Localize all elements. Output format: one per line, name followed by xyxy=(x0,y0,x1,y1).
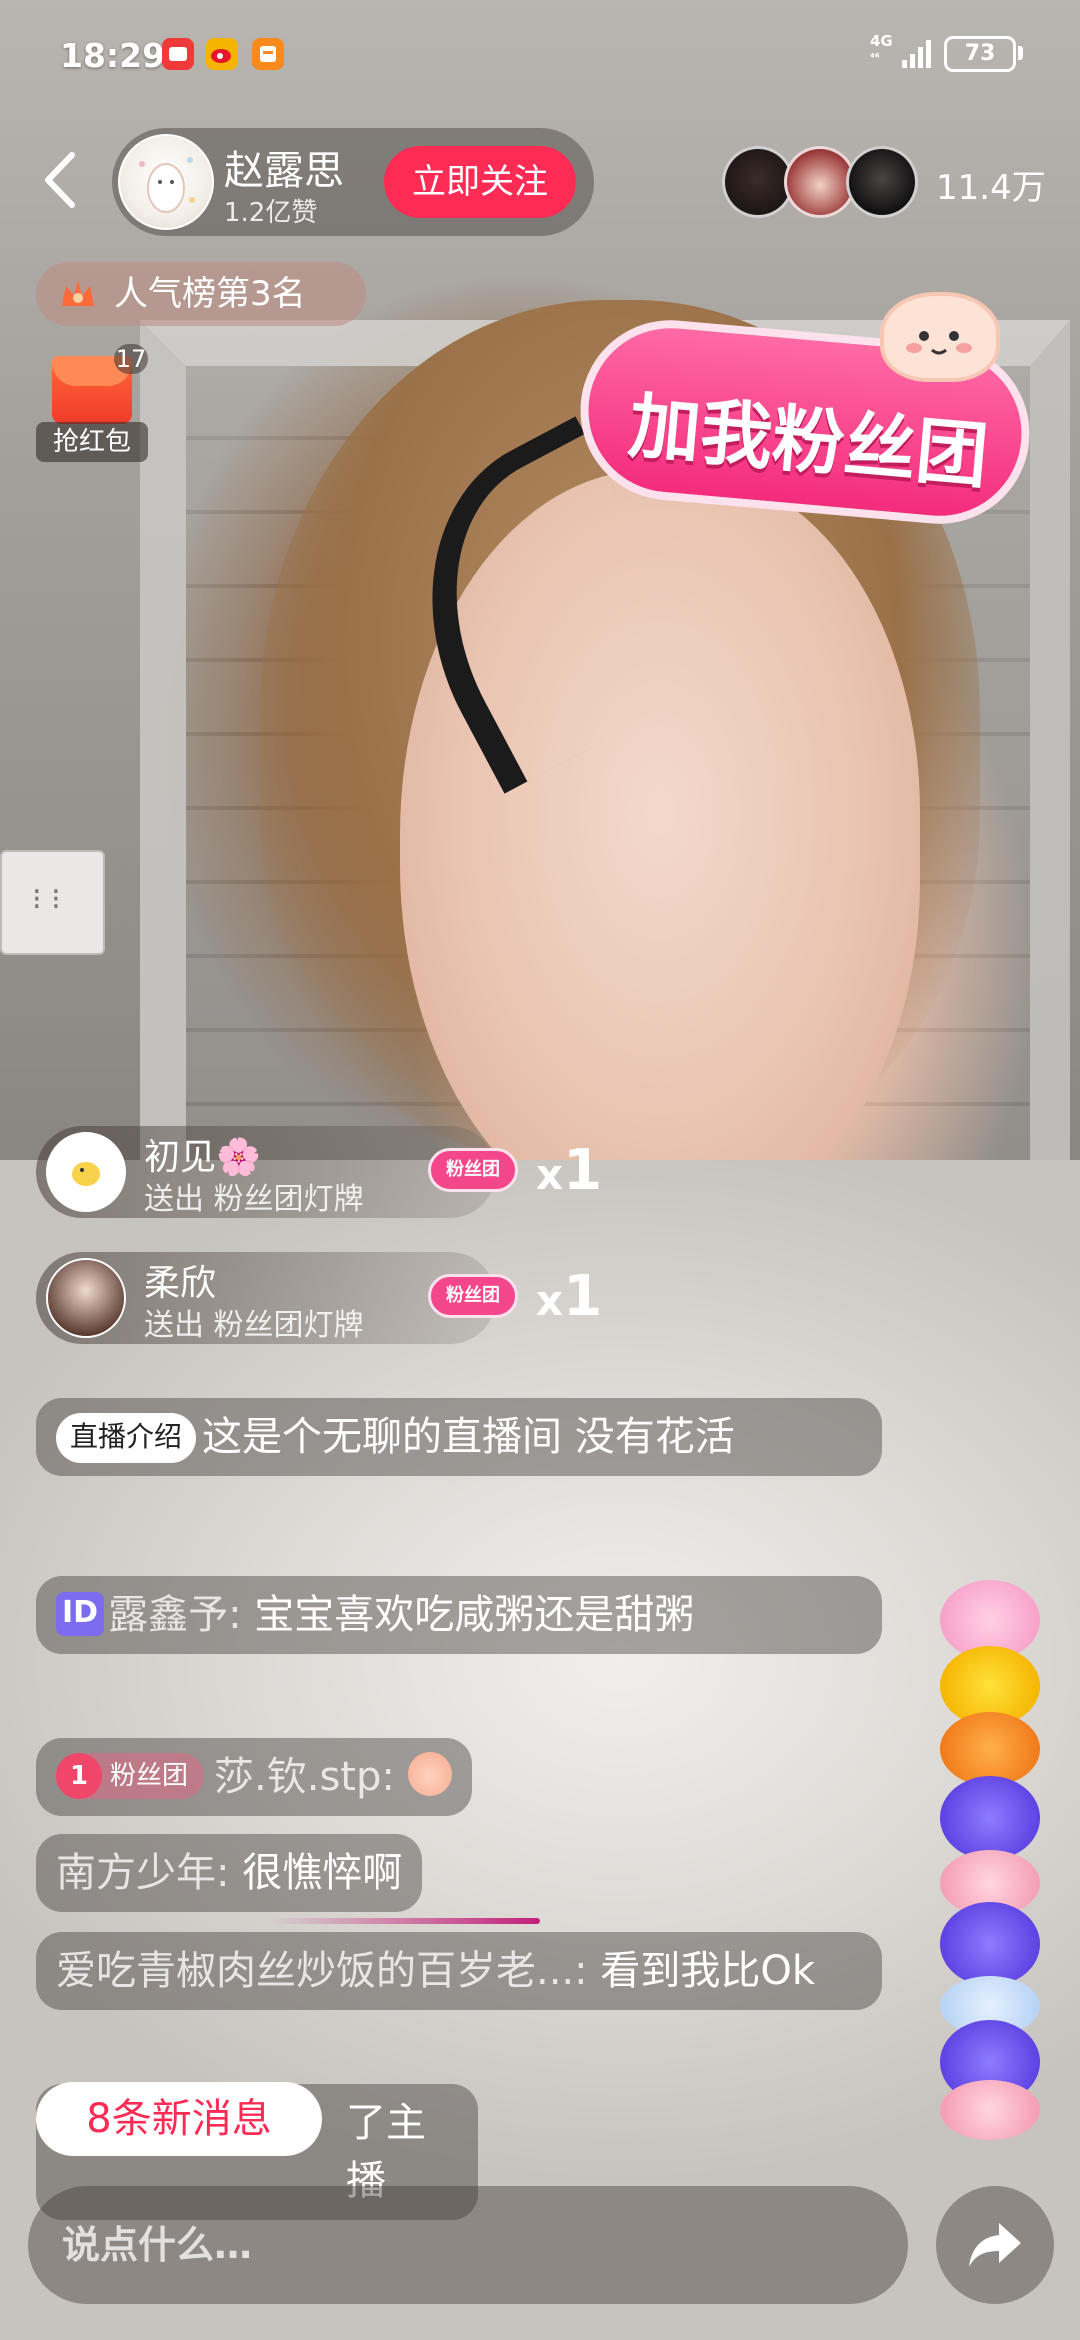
host-likes: 1.2亿赞 xyxy=(224,198,318,228)
chat-text: 宝宝喜欢吃咸粥还是甜粥 xyxy=(254,1592,695,1638)
gift-user-avatar[interactable] xyxy=(46,1258,126,1338)
live-stream-view: ⁝ ⁝ 18:29 4G ⁴⁶ 73 赵露思 1.2亿赞 立即关注 11.4万 … xyxy=(0,0,1080,2340)
fan-lightboard-gift-icon: 粉丝团 xyxy=(428,1148,518,1192)
gift-multiplier: x1 xyxy=(536,1264,603,1329)
share-arrow-icon xyxy=(969,2223,1021,2267)
chat-message[interactable]: ID 露鑫予: 宝宝喜欢吃咸粥还是甜粥 xyxy=(36,1576,882,1654)
orange-app-icon xyxy=(252,38,284,70)
join-fan-club-sticker[interactable]: 加我粉丝团 xyxy=(573,292,1040,532)
fan-club-badge: 1 粉丝团 xyxy=(56,1753,205,1799)
gift-action: 送出 粉丝团灯牌 xyxy=(144,1308,364,1343)
back-button[interactable] xyxy=(36,145,86,215)
follow-button[interactable]: 立即关注 xyxy=(384,146,576,218)
fan-lightboard-gift-icon: 粉丝团 xyxy=(428,1274,518,1318)
chat-username[interactable]: 南方少年: xyxy=(56,1850,229,1896)
red-packet-button[interactable]: 17 抢红包 xyxy=(36,344,148,462)
share-button[interactable] xyxy=(936,2186,1054,2304)
gift-banner[interactable]: 初见🌸 送出 粉丝团灯牌 粉丝团 x1 xyxy=(36,1122,616,1222)
gift-user-name: 初见🌸 xyxy=(144,1137,261,1178)
viewer-count[interactable]: 11.4万 xyxy=(936,160,1046,209)
wall-outlet: ⁝ ⁝ xyxy=(0,850,105,955)
comment-input[interactable]: 说点什么… xyxy=(28,2186,908,2304)
rank-label: 人气榜第3名 xyxy=(114,274,306,314)
signal-icon xyxy=(902,40,931,68)
viewer-avatar[interactable] xyxy=(846,146,918,218)
gift-action: 送出 粉丝团灯牌 xyxy=(144,1182,364,1217)
scroll-indicator xyxy=(270,1918,540,1924)
heart-level-icon: 1 xyxy=(56,1753,102,1799)
host-avatar[interactable] xyxy=(118,134,214,230)
bunny-character-icon xyxy=(940,1902,1040,1986)
battery-icon: 73 xyxy=(944,36,1016,72)
bunny-character-icon xyxy=(940,1776,1040,1860)
gift-banner[interactable]: 柔欣 送出 粉丝团灯牌 粉丝团 x1 xyxy=(36,1248,616,1348)
chat-intro-message[interactable]: 直播介绍 这是个无聊的直播间 没有花活 xyxy=(36,1398,882,1476)
mascot-icon xyxy=(880,292,1000,382)
top-viewers[interactable] xyxy=(722,146,922,220)
id-badge: ID xyxy=(56,1592,105,1636)
chat-message[interactable]: 爱吃青椒肉丝炒饭的百岁老...: 看到我比Ok xyxy=(36,1932,882,2010)
chat-message[interactable]: 南方少年: 很憔悴啊 xyxy=(36,1834,423,1912)
gift-user-name: 柔欣 xyxy=(144,1263,217,1304)
red-app-icon xyxy=(162,38,194,70)
status-bar: 18:29 4G ⁴⁶ 73 xyxy=(0,0,1080,110)
chat-message[interactable]: 1 粉丝团 莎.钦.stp: xyxy=(36,1738,472,1816)
chat-text: 这是个无聊的直播间 没有花活 xyxy=(202,1414,735,1460)
chat-username[interactable]: 爱吃青椒肉丝炒饭的百岁老...: xyxy=(56,1948,588,1994)
red-packet-count: 17 xyxy=(114,344,148,374)
gift-user-avatar[interactable] xyxy=(46,1132,126,1212)
peach-character-icon xyxy=(940,2080,1040,2140)
host-info[interactable]: 赵露思 1.2亿赞 立即关注 xyxy=(112,128,594,236)
popularity-rank-badge[interactable]: 人气榜第3名 xyxy=(36,262,366,326)
chat-text: 看到我比Ok xyxy=(600,1948,815,1994)
status-time: 18:29 xyxy=(60,36,166,75)
sun-character-icon xyxy=(940,1712,1040,1786)
chevron-left-icon xyxy=(45,152,75,208)
battery-tip xyxy=(1018,46,1023,60)
red-packet-label: 抢红包 xyxy=(36,422,148,462)
chat-username[interactable]: 莎.钦.stp: xyxy=(214,1754,395,1800)
live-intro-tag: 直播介绍 xyxy=(56,1413,197,1463)
weibo-icon xyxy=(206,38,238,70)
chat-username[interactable]: 露鑫予: xyxy=(108,1592,241,1638)
emoji-sticker-icon xyxy=(407,1752,452,1796)
chat-text: 很憔悴啊 xyxy=(242,1850,403,1896)
gift-multiplier: x1 xyxy=(536,1138,603,1203)
host-name: 赵露思 xyxy=(224,148,344,194)
crown-icon xyxy=(62,280,94,306)
gift-character-stack[interactable] xyxy=(930,1580,1050,2140)
network-type: 4G ⁴⁶ xyxy=(870,32,893,65)
new-messages-button[interactable]: 8条新消息 xyxy=(36,2082,322,2156)
